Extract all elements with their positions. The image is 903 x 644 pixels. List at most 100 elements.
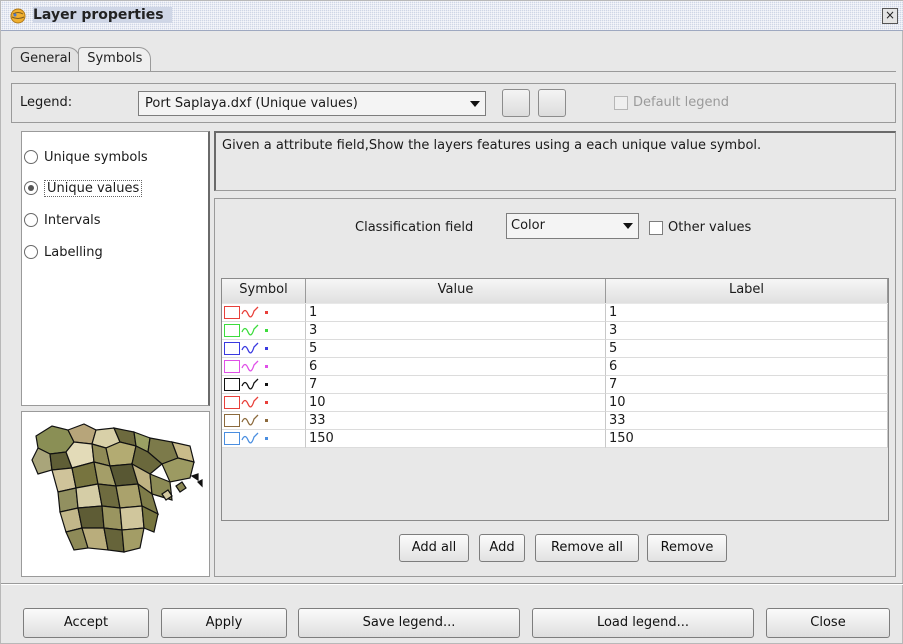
default-legend-checkbox[interactable]: Default legend (614, 95, 729, 110)
classification-field-label: Classification field (355, 220, 474, 235)
column-header-label[interactable]: Label (606, 279, 888, 303)
label-cell[interactable]: 33 (606, 412, 888, 430)
line-symbol-icon (241, 414, 259, 426)
line-symbol-icon (241, 306, 259, 318)
label-cell[interactable]: 10 (606, 394, 888, 412)
polygon-symbol-icon (224, 360, 240, 373)
radio-intervals[interactable]: Intervals (24, 209, 101, 231)
point-symbol-icon (265, 347, 268, 350)
classification-field-value: Color (511, 218, 545, 233)
label-cell[interactable]: 1 (606, 304, 888, 322)
radio-label: Unique symbols (44, 149, 148, 165)
point-symbol-icon (265, 401, 268, 404)
value-cell[interactable]: 7 (306, 376, 606, 394)
radio-button[interactable] (24, 245, 38, 259)
radio-unique-values[interactable]: Unique values (24, 177, 143, 199)
tab-general[interactable]: General (11, 47, 81, 71)
symbol-cell[interactable] (222, 340, 306, 358)
default-legend-box[interactable] (614, 95, 628, 110)
table-row[interactable]: 10 10 (222, 394, 888, 412)
radio-label: Labelling (44, 244, 103, 260)
legend-row: Legend: Port Saplaya.dxf (Unique values)… (11, 83, 896, 123)
legend-dropdown-value: Port Saplaya.dxf (Unique values) (145, 96, 358, 111)
point-symbol-icon (265, 365, 268, 368)
add-all-button[interactable]: Add all (399, 534, 469, 562)
label-cell[interactable]: 3 (606, 322, 888, 340)
tab-symbols[interactable]: Symbols (78, 47, 152, 71)
radio-button[interactable] (24, 150, 38, 164)
remove-button[interactable]: Remove (647, 534, 727, 562)
polygon-symbol-icon (224, 432, 240, 445)
line-symbol-icon (241, 432, 259, 444)
symbol-cell[interactable] (222, 394, 306, 412)
table-row[interactable]: 77 (222, 376, 888, 394)
polygon-symbol-icon (224, 396, 240, 409)
classification-field-dropdown[interactable]: Color (506, 213, 639, 239)
legend-preview-map (21, 411, 210, 577)
tab-bar: General Symbols (11, 47, 152, 71)
close-icon[interactable]: × (882, 8, 898, 24)
label-cell[interactable]: 150 (606, 430, 888, 448)
line-symbol-icon (241, 378, 259, 390)
other-values-box[interactable] (649, 220, 663, 235)
value-cell[interactable]: 150 (306, 430, 606, 448)
table-row[interactable]: 33 (222, 322, 888, 340)
classification-panel: Classification field Color Other values … (214, 198, 896, 577)
chevron-down-icon (623, 223, 633, 229)
polygon-symbol-icon (224, 414, 240, 427)
apply-button[interactable]: Apply (161, 608, 287, 638)
value-cell[interactable]: 10 (306, 394, 606, 412)
point-symbol-icon (265, 437, 268, 440)
value-cell[interactable]: 3 (306, 322, 606, 340)
line-symbol-icon (241, 396, 259, 408)
table-row[interactable]: 150 150 (222, 430, 888, 448)
radio-labelling[interactable]: Labelling (24, 241, 103, 263)
symbol-cell[interactable] (222, 412, 306, 430)
point-symbol-icon (265, 329, 268, 332)
legend-action-button-2[interactable] (538, 89, 566, 117)
legend-action-button-1[interactable] (502, 89, 530, 117)
value-cell[interactable]: 6 (306, 358, 606, 376)
radio-button[interactable] (24, 213, 38, 227)
table-row[interactable]: 33 33 (222, 412, 888, 430)
window-title: Layer properties (33, 7, 172, 23)
table-row[interactable]: 11 (222, 304, 888, 322)
table-row[interactable]: 55 (222, 340, 888, 358)
symbol-cell[interactable] (222, 430, 306, 448)
legend-dropdown[interactable]: Port Saplaya.dxf (Unique values) (138, 91, 486, 116)
gvsig-globe-icon (10, 8, 26, 24)
other-values-checkbox[interactable]: Other values (649, 220, 751, 235)
label-cell[interactable]: 6 (606, 358, 888, 376)
label-cell[interactable]: 7 (606, 376, 888, 394)
table-body: 1 1 3 3 5 5 6 6 7 7 10 10 33 33 150 150 (222, 304, 888, 448)
point-symbol-icon (265, 383, 268, 386)
radio-unique-symbols[interactable]: Unique symbols (24, 146, 148, 168)
title-bar[interactable]: Layer properties × (1, 1, 903, 31)
add-button[interactable]: Add (479, 534, 525, 562)
radio-label: Intervals (44, 212, 101, 228)
symbol-cell[interactable] (222, 322, 306, 340)
column-header-value[interactable]: Value (306, 279, 606, 303)
layer-properties-window: Layer properties × General Symbols Legen… (0, 0, 903, 644)
line-symbol-icon (241, 324, 259, 336)
label-cell[interactable]: 5 (606, 340, 888, 358)
line-symbol-icon (241, 342, 259, 354)
values-table: Symbol Value Label 1 1 3 3 5 5 6 6 7 7 10 10 33 33 150… (221, 278, 889, 521)
polygon-symbol-icon (224, 342, 240, 355)
symbol-cell[interactable] (222, 358, 306, 376)
accept-button[interactable]: Accept (23, 608, 149, 638)
remove-all-button[interactable]: Remove all (535, 534, 639, 562)
radio-button[interactable] (24, 181, 38, 195)
close-button[interactable]: Close (766, 608, 890, 638)
load-legend-button[interactable]: Load legend... (532, 608, 754, 638)
value-cell[interactable]: 5 (306, 340, 606, 358)
save-legend-button[interactable]: Save legend... (298, 608, 520, 638)
value-cell[interactable]: 1 (306, 304, 606, 322)
value-cell[interactable]: 33 (306, 412, 606, 430)
polygon-symbol-icon (224, 306, 240, 319)
symbol-cell[interactable] (222, 376, 306, 394)
symbol-cell[interactable] (222, 304, 306, 322)
point-symbol-icon (265, 419, 268, 422)
table-row[interactable]: 66 (222, 358, 888, 376)
column-header-symbol[interactable]: Symbol (222, 279, 306, 303)
